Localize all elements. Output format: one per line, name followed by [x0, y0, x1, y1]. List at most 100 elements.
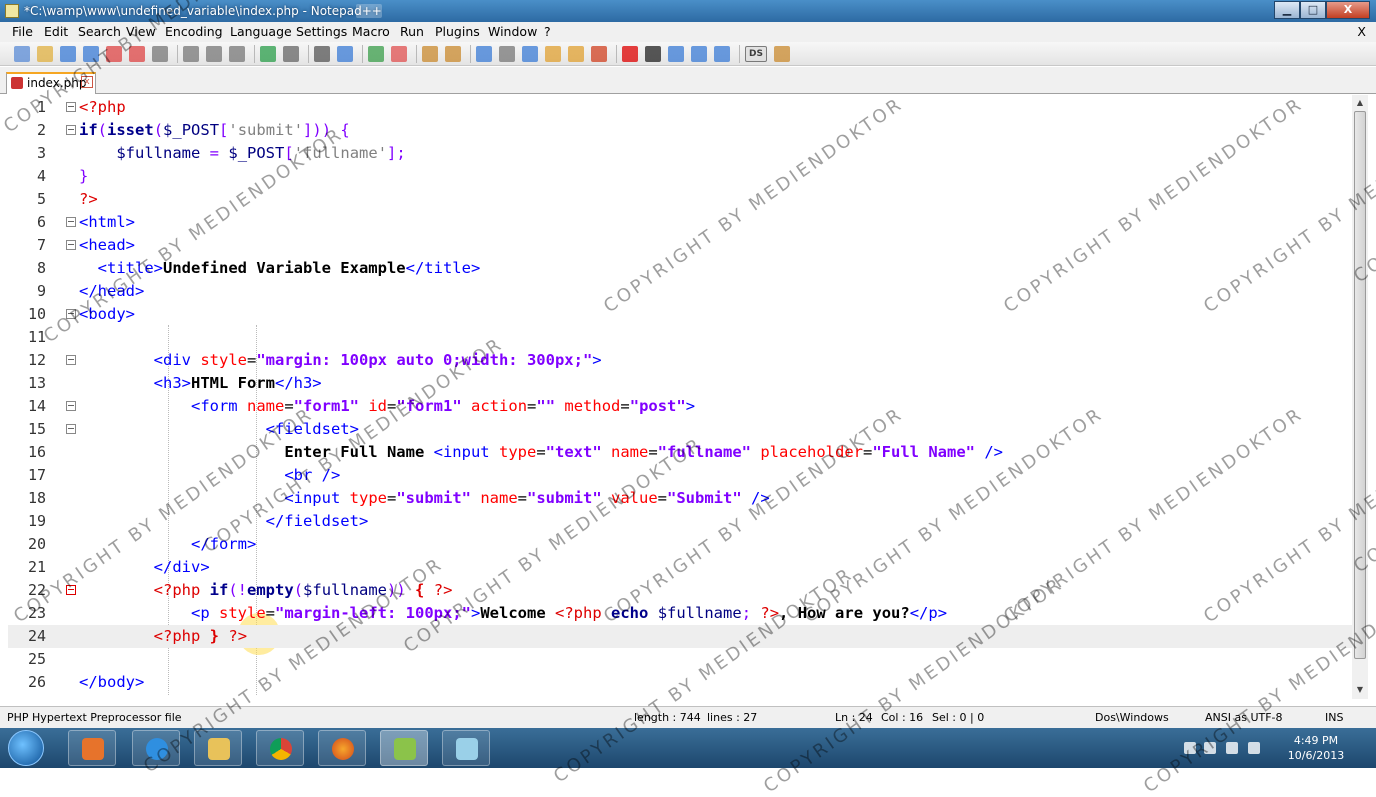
- menu-search[interactable]: Search: [78, 22, 121, 42]
- code-text[interactable]: <p style="margin-left: 100px;">Welcome <…: [79, 602, 947, 625]
- fold-toggle-icon[interactable]: [66, 217, 76, 227]
- taskbar-app[interactable]: [442, 730, 490, 766]
- save-icon[interactable]: [60, 46, 76, 62]
- code-text[interactable]: <title>Undefined Variable Example</title…: [79, 257, 481, 280]
- print-icon[interactable]: [152, 46, 168, 62]
- code-line[interactable]: 24 <?php } ?>: [8, 625, 1352, 648]
- fold-toggle-icon[interactable]: [66, 240, 76, 250]
- show-all-icon[interactable]: [499, 46, 515, 62]
- close-all-icon[interactable]: [129, 46, 145, 62]
- misc-icon[interactable]: [774, 46, 790, 62]
- code-line[interactable]: 7 <head>: [8, 234, 1352, 257]
- minimize-button[interactable]: ▁: [1274, 1, 1300, 19]
- code-text[interactable]: if(isset($_POST['submit'])) {: [79, 119, 350, 142]
- code-line[interactable]: 19 </fieldset>: [8, 510, 1352, 533]
- code-editor[interactable]: 1 <?php 2 if(isset($_POST['submit'])) {3 $f…: [8, 95, 1352, 699]
- find-icon[interactable]: [314, 46, 330, 62]
- menu-encoding[interactable]: Encoding: [165, 22, 223, 42]
- code-line[interactable]: 6 <html>: [8, 211, 1352, 234]
- fold-toggle-icon[interactable]: [66, 102, 76, 112]
- start-button[interactable]: [8, 730, 44, 766]
- tab-index-php[interactable]: index.php x: [6, 72, 96, 94]
- code-text[interactable]: }: [79, 165, 88, 188]
- fold-toggle-icon[interactable]: [66, 125, 76, 135]
- code-text[interactable]: <html>: [79, 211, 135, 234]
- code-line[interactable]: 9 </head>: [8, 280, 1352, 303]
- code-text[interactable]: <div style="margin: 100px auto 0;width: …: [79, 349, 602, 372]
- fold-toggle-icon[interactable]: [66, 401, 76, 411]
- code-text[interactable]: <?php if(!empty($fullname)) { ?>: [79, 579, 453, 602]
- cut-icon[interactable]: [183, 46, 199, 62]
- scrollbar-thumb[interactable]: [1354, 111, 1366, 659]
- code-line[interactable]: 26 </body>: [8, 671, 1352, 694]
- stop-icon[interactable]: [645, 46, 661, 62]
- sync-h-icon[interactable]: [445, 46, 461, 62]
- code-text[interactable]: <?php } ?>: [79, 625, 247, 648]
- fold-toggle-icon[interactable]: [66, 424, 76, 434]
- code-line[interactable]: 12 <div style="margin: 100px auto 0;widt…: [8, 349, 1352, 372]
- udl-icon[interactable]: [545, 46, 561, 62]
- code-text[interactable]: </fieldset>: [79, 510, 369, 533]
- save-all-icon[interactable]: [83, 46, 99, 62]
- scroll-down-arrow-icon[interactable]: ▼: [1355, 685, 1365, 694]
- new-icon[interactable]: [14, 46, 30, 62]
- code-line[interactable]: 23 <p style="margin-left: 100px;">Welcom…: [8, 602, 1352, 625]
- code-line[interactable]: 3 $fullname = $_POST['fullname'];: [8, 142, 1352, 165]
- taskbar-app[interactable]: [132, 730, 180, 766]
- menu-edit[interactable]: Edit: [44, 22, 68, 42]
- show-hidden-icons-icon[interactable]: [1184, 742, 1196, 754]
- code-line[interactable]: 17 <br />: [8, 464, 1352, 487]
- sync-v-icon[interactable]: [422, 46, 438, 62]
- word-wrap-icon[interactable]: [476, 46, 492, 62]
- code-text[interactable]: </form>: [79, 533, 256, 556]
- fold-toggle-icon[interactable]: [66, 355, 76, 365]
- code-line[interactable]: 14 <form name="form1" id="form1" action=…: [8, 395, 1352, 418]
- maximize-button[interactable]: □: [1300, 1, 1326, 19]
- code-line[interactable]: 15 <fieldset>: [8, 418, 1352, 441]
- code-line[interactable]: 25: [8, 648, 1352, 671]
- code-text[interactable]: <br />: [79, 464, 340, 487]
- code-line[interactable]: 21 </div>: [8, 556, 1352, 579]
- menu-help[interactable]: ?: [544, 22, 551, 42]
- menu-settings[interactable]: Settings: [296, 22, 347, 42]
- copy-icon[interactable]: [206, 46, 222, 62]
- menu-run[interactable]: Run: [400, 22, 424, 42]
- code-text[interactable]: </head>: [79, 280, 144, 303]
- code-line[interactable]: 11: [8, 326, 1352, 349]
- volume-icon[interactable]: [1248, 742, 1260, 754]
- taskbar-app-active[interactable]: [380, 730, 428, 766]
- close-window-button[interactable]: X: [1326, 1, 1370, 19]
- fold-toggle-icon[interactable]: [66, 309, 76, 319]
- code-text[interactable]: <input type="submit" name="submit" value…: [79, 487, 769, 510]
- replace-icon[interactable]: [337, 46, 353, 62]
- menu-plugins[interactable]: Plugins: [435, 22, 480, 42]
- menu-window[interactable]: Window: [488, 22, 537, 42]
- code-text[interactable]: <body>: [79, 303, 135, 326]
- zoom-out-icon[interactable]: [391, 46, 407, 62]
- menu-macro[interactable]: Macro: [352, 22, 390, 42]
- record-icon[interactable]: [622, 46, 638, 62]
- code-line[interactable]: 16 Enter Full Name <input type="text" na…: [8, 441, 1352, 464]
- play-multi-icon[interactable]: [691, 46, 707, 62]
- vertical-scrollbar[interactable]: ▲ ▼: [1352, 95, 1368, 699]
- code-line[interactable]: 4}: [8, 165, 1352, 188]
- scroll-up-arrow-icon[interactable]: ▲: [1355, 98, 1365, 107]
- close-document-button[interactable]: X: [1357, 22, 1366, 42]
- code-line[interactable]: 2 if(isset($_POST['submit'])) {: [8, 119, 1352, 142]
- undo-icon[interactable]: [260, 46, 276, 62]
- code-line[interactable]: 20 </form>: [8, 533, 1352, 556]
- function-list-icon[interactable]: [591, 46, 607, 62]
- code-text[interactable]: </div>: [79, 556, 210, 579]
- code-text[interactable]: <fieldset>: [79, 418, 359, 441]
- doc-map-icon[interactable]: [568, 46, 584, 62]
- code-line[interactable]: 22 <?php if(!empty($fullname)) { ?>: [8, 579, 1352, 602]
- indent-guide-icon[interactable]: [522, 46, 538, 62]
- taskbar-app[interactable]: [318, 730, 366, 766]
- code-line[interactable]: 5 ?>: [8, 188, 1352, 211]
- code-line[interactable]: 8 <title>Undefined Variable Example</tit…: [8, 257, 1352, 280]
- taskbar-app[interactable]: [194, 730, 242, 766]
- code-text[interactable]: ?>: [79, 188, 98, 211]
- menu-language[interactable]: Language: [230, 22, 292, 42]
- taskbar-app[interactable]: [256, 730, 304, 766]
- redo-icon[interactable]: [283, 46, 299, 62]
